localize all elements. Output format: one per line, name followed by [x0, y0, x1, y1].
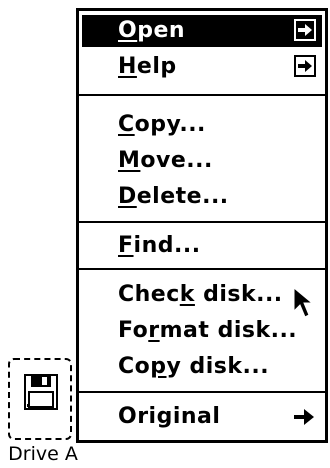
menu-item-label: Delete... [118, 184, 229, 209]
drive-a-label: Drive A [8, 443, 78, 465]
menu-item-format-disk[interactable]: Format disk... [82, 315, 322, 347]
menu-separator [79, 268, 325, 270]
menu-item-find[interactable]: Find... [82, 230, 322, 262]
submenu-arrow-icon [294, 55, 316, 77]
menu-separator [79, 94, 325, 96]
menu-item-original[interactable]: Original [82, 401, 322, 433]
menu-item-delete[interactable]: Delete... [82, 181, 322, 213]
menu-item-move[interactable]: Move... [82, 145, 322, 177]
context-menu: Open Help Copy... Move... Delete... Find… [76, 8, 328, 443]
menu-item-label: Format disk... [118, 318, 298, 343]
submenu-arrow-icon [294, 409, 314, 425]
menu-item-label: Move... [118, 148, 213, 173]
submenu-arrow-icon [294, 19, 316, 41]
menu-item-label: Check disk... [118, 282, 283, 307]
mouse-pointer-icon [293, 287, 314, 318]
menu-item-label: Copy... [118, 112, 206, 137]
floppy-disk-icon [24, 374, 58, 410]
menu-item-copy[interactable]: Copy... [82, 109, 322, 141]
menu-item-check-disk[interactable]: Check disk... [82, 279, 322, 311]
menu-item-label: Original [118, 404, 221, 429]
menu-item-label: Help [118, 54, 177, 79]
menu-item-label: Open [118, 18, 186, 43]
menu-item-help[interactable]: Help [82, 51, 322, 83]
menu-item-copy-disk[interactable]: Copy disk... [82, 351, 322, 383]
menu-item-open[interactable]: Open [82, 15, 322, 47]
menu-item-label: Copy disk... [118, 354, 270, 379]
menu-separator [79, 391, 325, 393]
menu-separator [79, 221, 325, 223]
menu-item-label: Find... [118, 233, 201, 258]
drive-a-icon-selection[interactable] [8, 358, 72, 440]
